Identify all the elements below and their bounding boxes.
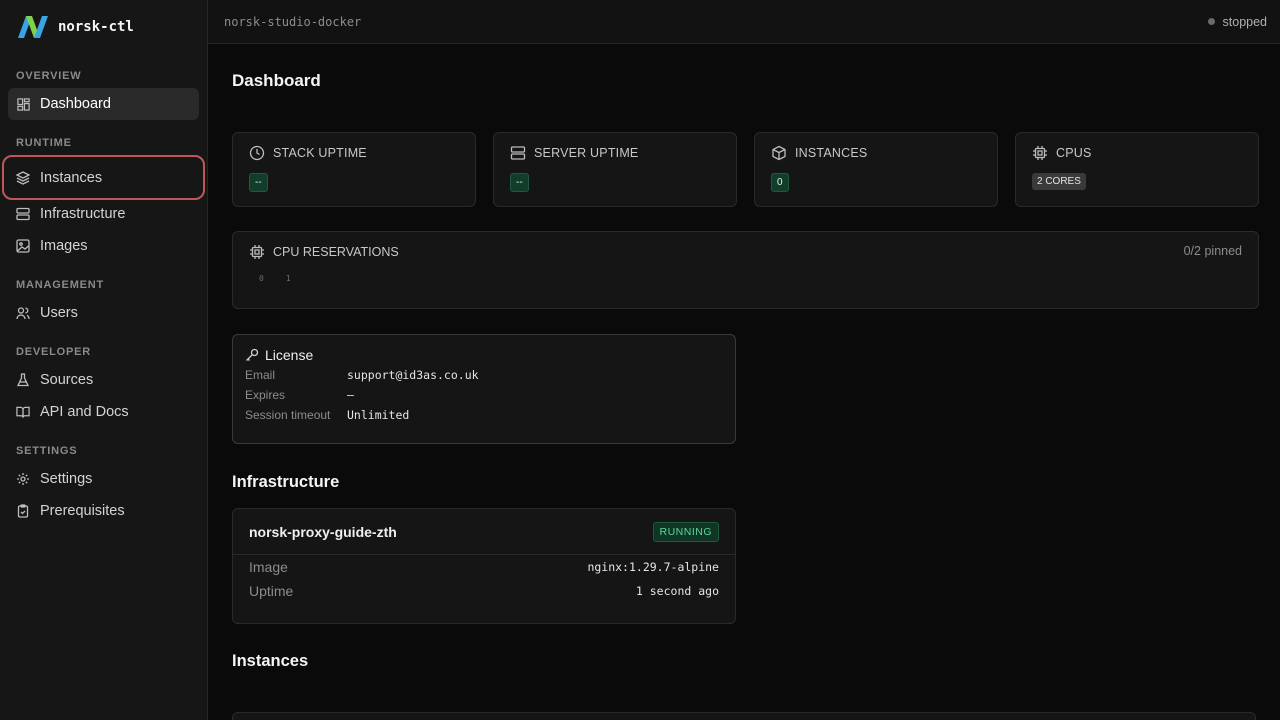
page-title: Dashboard <box>232 71 321 90</box>
sidebar-item-instances[interactable]: Instances <box>2 155 205 200</box>
flask-icon <box>16 373 30 387</box>
sidebar: norsk-ctl OVERVIEW Dashboard RUNTIME Ins… <box>0 0 208 720</box>
container-name: norsk-proxy-guide-zth <box>249 523 397 540</box>
sidebar-item-label: Infrastructure <box>40 206 126 222</box>
stat-label: INSTANCES <box>795 146 868 160</box>
stat-card-cpus: CPUS 2 CORES <box>1015 132 1259 207</box>
sidebar-item-infrastructure[interactable]: Infrastructure <box>8 198 199 230</box>
core-list: 0 1 <box>249 274 1242 283</box>
brand-name: norsk-ctl <box>58 19 134 35</box>
license-key: Expires <box>245 388 286 402</box>
sidebar-item-label: Dashboard <box>40 96 111 112</box>
license-card: License Email support@id3as.co.uk Expire… <box>232 334 736 444</box>
cpu-reservations-card: CPU RESERVATIONS 0/2 pinned 0 1 <box>232 231 1259 309</box>
key-icon <box>245 348 259 362</box>
stat-card-server-uptime: SERVER UPTIME -- <box>493 132 737 207</box>
infra-value: nginx:1.29.7-alpine <box>587 560 719 574</box>
infra-row-image: Image nginx:1.29.7-alpine <box>233 555 735 579</box>
stats-row: STACK UPTIME -- SERVER UPTIME -- INSTANC… <box>232 132 1259 207</box>
clipboard-check-icon <box>16 504 30 518</box>
infra-value: 1 second ago <box>635 584 719 598</box>
section-label-runtime: RUNTIME <box>16 137 72 149</box>
section-runtime: RUNTIME Instances Infrastructure Images <box>0 135 207 262</box>
pinned-count: 0/2 pinned <box>1183 244 1242 258</box>
stat-label: CPUS <box>1056 146 1092 160</box>
project-name: norsk-studio-docker <box>224 14 362 29</box>
server-icon <box>16 207 30 221</box>
infrastructure-heading: Infrastructure <box>232 473 340 491</box>
sidebar-item-images[interactable]: Images <box>8 230 199 262</box>
sidebar-item-prerequisites[interactable]: Prerequisites <box>8 495 199 527</box>
stat-value-badge: 0 <box>771 173 789 192</box>
image-icon <box>16 239 30 253</box>
stat-value-badge: -- <box>249 173 268 192</box>
infra-key: Uptime <box>249 583 294 599</box>
instances-card-partial <box>232 712 1256 720</box>
stat-card-stack-uptime: STACK UPTIME -- <box>232 132 476 207</box>
status-dot-icon <box>1207 18 1215 25</box>
section-label-developer: DEVELOPER <box>16 346 92 358</box>
sidebar-item-label: Prerequisites <box>40 503 125 519</box>
section-label-overview: OVERVIEW <box>16 70 82 82</box>
sidebar-item-settings[interactable]: Settings <box>8 463 199 495</box>
sidebar-item-label: API and Docs <box>40 404 129 420</box>
stat-label: SERVER UPTIME <box>534 146 639 160</box>
core-slot[interactable]: 0 <box>259 274 264 283</box>
stat-value-badge: -- <box>510 173 529 192</box>
stack-status: stopped <box>1207 14 1267 29</box>
sidebar-item-label: Images <box>40 238 88 254</box>
license-row-expires: Expires — <box>245 388 723 403</box>
sidebar-item-label: Sources <box>40 372 94 388</box>
license-value: — <box>347 388 354 402</box>
license-key: Email <box>245 368 276 382</box>
brand[interactable]: norsk-ctl <box>0 0 207 54</box>
topbar: norsk-studio-docker stopped <box>208 0 1280 44</box>
stat-label: STACK UPTIME <box>273 146 367 160</box>
core-slot[interactable]: 1 <box>286 274 291 283</box>
cpu-icon <box>249 244 265 260</box>
section-settings: SETTINGS Settings Prerequisites <box>0 443 207 527</box>
infra-key: Image <box>249 559 288 575</box>
section-label-settings: SETTINGS <box>16 445 78 457</box>
sidebar-item-dashboard[interactable]: Dashboard <box>8 88 199 120</box>
sidebar-item-label: Users <box>40 305 78 321</box>
dashboard-icon <box>16 97 30 111</box>
license-title: License <box>265 347 314 363</box>
section-management: MANAGEMENT Users <box>0 277 207 329</box>
section-developer: DEVELOPER Sources API and Docs <box>0 344 207 428</box>
infrastructure-card[interactable]: norsk-proxy-guide-zth RUNNING Image ngin… <box>232 508 736 624</box>
cpu-icon <box>1032 145 1048 161</box>
section-overview: OVERVIEW Dashboard <box>0 68 207 120</box>
license-value: support@id3as.co.uk <box>347 368 479 382</box>
section-label-management: MANAGEMENT <box>16 279 105 291</box>
layers-icon <box>16 170 30 185</box>
users-icon <box>16 306 30 320</box>
license-row-email: Email support@id3as.co.uk <box>245 368 723 383</box>
instances-heading: Instances <box>232 652 309 670</box>
stat-card-instances: INSTANCES 0 <box>754 132 998 207</box>
box-icon <box>771 145 787 161</box>
license-row-session-timeout: Session timeout Unlimited <box>245 408 723 423</box>
main-area: norsk-studio-docker stopped Dashboard ST… <box>208 0 1280 720</box>
status-text: stopped <box>1222 14 1267 29</box>
sidebar-item-sources[interactable]: Sources <box>8 364 199 396</box>
gear-icon <box>16 472 30 486</box>
sidebar-item-users[interactable]: Users <box>8 297 199 329</box>
clock-icon <box>249 145 265 161</box>
sidebar-item-label: Instances <box>40 169 103 186</box>
cpu-reservations-label: CPU RESERVATIONS <box>273 245 399 259</box>
dashboard-content: Dashboard STACK UPTIME -- SERVER UPTIME … <box>208 44 1280 720</box>
server-icon <box>510 145 526 161</box>
sidebar-item-api-and-docs[interactable]: API and Docs <box>8 396 199 428</box>
infra-row-uptime: Uptime 1 second ago <box>233 579 735 603</box>
stat-value-badge: 2 CORES <box>1032 173 1086 190</box>
license-key: Session timeout <box>245 408 331 422</box>
license-value: Unlimited <box>347 408 410 422</box>
book-icon <box>16 405 30 419</box>
sidebar-item-label: Settings <box>40 471 93 487</box>
status-badge: RUNNING <box>652 521 719 542</box>
norsk-logo-icon <box>18 16 48 38</box>
